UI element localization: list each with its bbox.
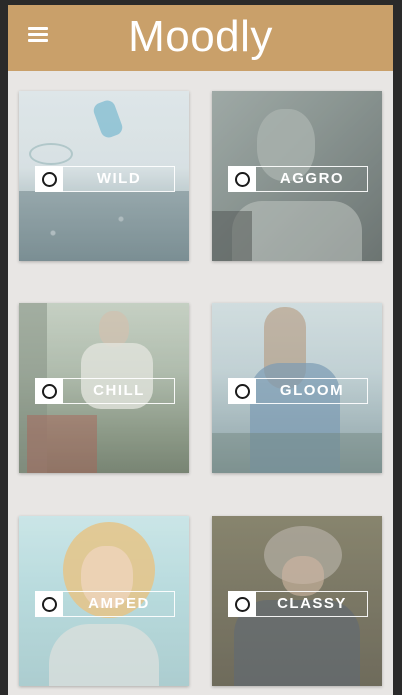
mood-tile-aggro[interactable]: AGGRO: [212, 91, 382, 261]
mood-badge[interactable]: AGGRO: [227, 165, 368, 192]
mood-label-chill: CHILL: [93, 382, 145, 399]
mood-badge[interactable]: CLASSY: [227, 590, 368, 617]
radio-circle-icon[interactable]: [227, 165, 256, 192]
mood-tile-amped[interactable]: AMPED: [19, 516, 189, 686]
mood-label-wild: WILD: [96, 170, 142, 187]
radio-circle-icon[interactable]: [34, 165, 63, 192]
mood-tile-chill[interactable]: CHILL: [19, 303, 189, 473]
radio-circle-icon[interactable]: [227, 377, 256, 404]
app-screen: Moodly WILD AGGRO CHILL GLOOM AMPED CLAS…: [8, 5, 393, 695]
app-header: Moodly: [8, 5, 393, 71]
mood-label-amped: AMPED: [88, 595, 150, 612]
mood-tile-wild[interactable]: WILD: [19, 91, 189, 261]
mood-label-gloom: GLOOM: [279, 382, 345, 399]
radio-circle-icon[interactable]: [227, 590, 256, 617]
mood-tile-gloom[interactable]: GLOOM: [212, 303, 382, 473]
mood-badge[interactable]: WILD: [34, 165, 175, 192]
radio-circle-icon[interactable]: [34, 377, 63, 404]
mood-label-aggro: AGGRO: [279, 170, 345, 187]
radio-circle-icon[interactable]: [34, 590, 63, 617]
mood-badge[interactable]: AMPED: [34, 590, 175, 617]
mood-label-classy: CLASSY: [277, 595, 347, 612]
mood-badge[interactable]: GLOOM: [227, 377, 368, 404]
app-title: Moodly: [128, 12, 273, 61]
mood-badge[interactable]: CHILL: [34, 377, 175, 404]
mood-tile-classy[interactable]: CLASSY: [212, 516, 382, 686]
